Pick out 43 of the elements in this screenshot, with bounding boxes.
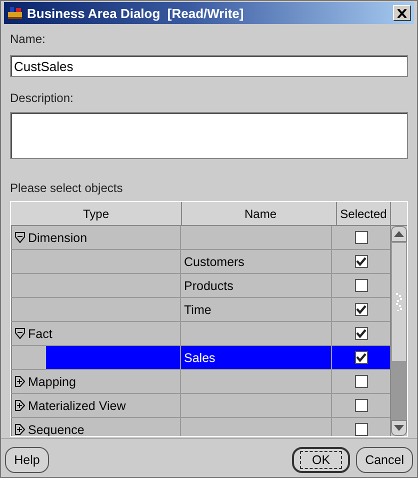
tree-item[interactable]: Materialized View (11, 398, 126, 412)
table-cell[interactable]: Products (181, 274, 332, 297)
checkbox[interactable] (354, 231, 368, 244)
collapse-icon[interactable] (15, 232, 25, 243)
window-title: Business Area Dialog [Read/Write] (27, 6, 245, 20)
checkbox[interactable] (354, 351, 368, 364)
checkbox[interactable] (354, 327, 368, 340)
tree-item[interactable]: Sequence (11, 422, 84, 436)
collapse-icon[interactable] (15, 328, 25, 339)
checkbox[interactable] (354, 303, 368, 316)
name-field[interactable]: CustSales (10, 55, 408, 77)
close-button[interactable] (393, 5, 411, 21)
scroll-down-icon[interactable] (391, 420, 407, 436)
ok-button[interactable]: OK (292, 447, 350, 473)
checkbox[interactable] (354, 279, 368, 292)
tree-item[interactable]: Fact (11, 326, 52, 340)
column-header[interactable]: Selected (337, 202, 390, 225)
tree-item[interactable]: Mapping (11, 374, 76, 388)
field-label: Description: (10, 91, 74, 105)
checkbox[interactable] (354, 375, 368, 388)
table-cell[interactable]: Sales (181, 346, 332, 369)
table-caption: Please select objects (10, 181, 123, 195)
expand-icon[interactable] (15, 376, 25, 387)
checkbox[interactable] (354, 399, 368, 412)
checkbox[interactable] (354, 255, 368, 268)
table-cell[interactable]: Customers (181, 250, 332, 273)
cancel-button[interactable]: Cancel (356, 447, 413, 473)
column-header[interactable]: Name (182, 202, 337, 225)
scrollbar[interactable] (390, 202, 407, 436)
table-cell[interactable]: Time (181, 298, 332, 321)
checkbox[interactable] (354, 423, 368, 436)
app-icon (7, 6, 23, 20)
scroll-thumb[interactable] (391, 242, 407, 362)
grip-icon (396, 293, 402, 311)
tree-item[interactable]: Dimension (11, 230, 88, 244)
scroll-up-icon[interactable] (391, 226, 407, 242)
expand-icon[interactable] (15, 400, 25, 411)
column-header[interactable]: Type (11, 202, 182, 225)
close-icon (397, 8, 407, 18)
field-label: Name: (10, 32, 46, 46)
description-field[interactable] (10, 112, 408, 159)
help-button[interactable]: Help (5, 447, 49, 473)
expand-icon[interactable] (15, 424, 25, 435)
